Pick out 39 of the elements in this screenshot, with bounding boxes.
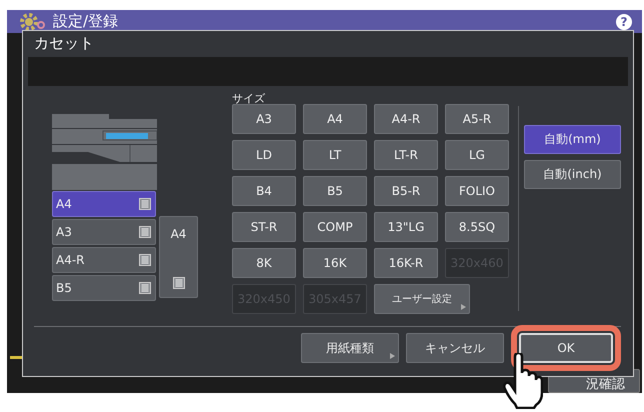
footer-button[interactable]: 用紙種類 bbox=[301, 333, 399, 363]
auto-size-button[interactable]: 自動(mm) bbox=[524, 125, 621, 154]
size-button[interactable]: 16K bbox=[303, 248, 367, 278]
help-icon[interactable]: ? bbox=[616, 14, 632, 30]
size-button[interactable]: 16K-R bbox=[374, 248, 438, 278]
size-button[interactable]: 8K bbox=[232, 248, 296, 278]
cassette-button[interactable]: A4 bbox=[52, 191, 156, 217]
size-button[interactable]: 13"LG bbox=[374, 212, 438, 242]
header-title: 設定/登録 bbox=[53, 12, 120, 31]
size-button[interactable]: LT bbox=[303, 140, 367, 170]
cassette-button[interactable]: A3 bbox=[52, 219, 156, 245]
size-button[interactable]: LD bbox=[232, 140, 296, 170]
auto-size-button[interactable]: 自動(inch) bbox=[524, 160, 621, 189]
tray-icon bbox=[139, 282, 151, 294]
size-button[interactable]: LG bbox=[445, 140, 509, 170]
size-button[interactable]: A4-R bbox=[374, 104, 438, 134]
size-label: サイズ bbox=[232, 91, 266, 103]
tray-icon bbox=[172, 277, 184, 289]
bypass-tray-button[interactable]: A4 bbox=[159, 216, 198, 298]
size-button[interactable]: B4 bbox=[232, 176, 296, 206]
size-button[interactable]: 8.5SQ bbox=[445, 212, 509, 242]
size-button[interactable]: COMP bbox=[303, 212, 367, 242]
dialog-title: カセット bbox=[33, 33, 95, 54]
user-setting-button[interactable]: ユーザー設定 bbox=[374, 284, 470, 314]
tray-icon bbox=[139, 254, 151, 266]
size-button[interactable]: A5-R bbox=[445, 104, 509, 134]
size-button[interactable]: FOLIO bbox=[445, 176, 509, 206]
gear-icon bbox=[19, 12, 47, 32]
cassette-button[interactable]: A4-R bbox=[52, 247, 156, 273]
tray-icon bbox=[139, 226, 151, 238]
size-button[interactable]: ST-R bbox=[232, 212, 296, 242]
footer-button[interactable]: キャンセル bbox=[406, 333, 504, 363]
size-button[interactable]: B5-R bbox=[374, 176, 438, 206]
size-button[interactable]: B5 bbox=[303, 176, 367, 206]
size-button[interactable]: A4 bbox=[303, 104, 367, 134]
cassette-button[interactable]: B5 bbox=[52, 275, 156, 301]
tray-icon bbox=[139, 198, 151, 210]
size-button[interactable]: A3 bbox=[232, 104, 296, 134]
size-button[interactable]: LT-R bbox=[374, 140, 438, 170]
